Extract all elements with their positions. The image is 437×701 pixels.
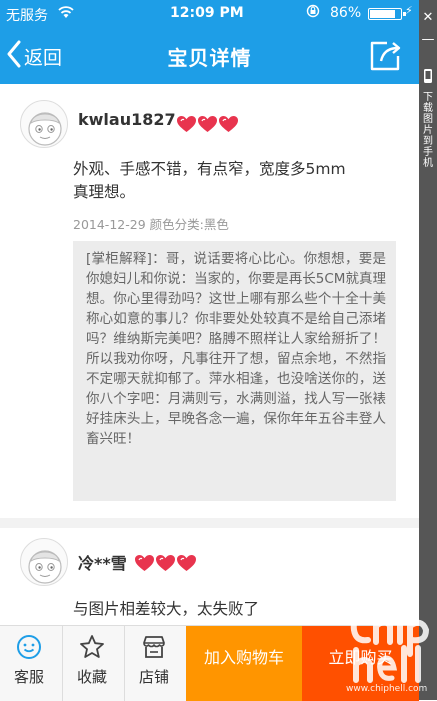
review-text: 外观、手感不错，有点窄，宽度多5mm 真理想。 bbox=[73, 158, 346, 204]
seller-reply: [掌柜解释]：哥，说话要将心比心。你想想，要是你媳妇儿和你说：当家的，你要是再长… bbox=[73, 241, 396, 501]
review-text: 与图片相差较大，太失败了 bbox=[73, 598, 259, 621]
wifi-icon bbox=[58, 5, 74, 23]
status-bar: 无服务 12:09 PM 86% ⚡ bbox=[0, 0, 419, 28]
battery-icon bbox=[368, 8, 406, 20]
carrier-label: 无服务 bbox=[6, 8, 48, 24]
chat-bubble-icon bbox=[17, 635, 41, 659]
add-to-cart-button[interactable]: 加入购物车 bbox=[186, 626, 302, 701]
favorite-button[interactable]: 收藏 bbox=[62, 626, 121, 701]
clock: 12:09 PM bbox=[170, 5, 244, 21]
heart-icon bbox=[135, 555, 154, 571]
heart-icon bbox=[156, 555, 175, 571]
review-line: 外观、手感不错，有点窄，宽度多5mm bbox=[73, 160, 346, 178]
heart-icon bbox=[198, 116, 217, 132]
download-label: 下载图片到手机 bbox=[423, 92, 433, 169]
phone-icon bbox=[421, 68, 435, 86]
share-button[interactable] bbox=[367, 40, 403, 72]
bottom-action-bar: 客服 收藏 店铺 加入购物车 立即购买 bbox=[0, 625, 419, 701]
customer-service-button[interactable]: 客服 bbox=[0, 626, 58, 701]
share-icon bbox=[370, 41, 401, 71]
review-meta: 2014-12-29 颜色分类:黑色 bbox=[73, 214, 229, 233]
buyer-rating bbox=[176, 115, 239, 133]
avatar bbox=[20, 538, 68, 586]
store-icon bbox=[143, 636, 165, 658]
shop-label: 店铺 bbox=[138, 668, 169, 686]
heart-icon bbox=[177, 555, 196, 571]
buyer-rating bbox=[134, 554, 197, 572]
service-label: 客服 bbox=[13, 668, 44, 686]
review-item: 冷**雪 与图片相差较大，太失败了 bbox=[0, 528, 419, 625]
username: 冷**雪 bbox=[78, 554, 127, 573]
minimize-icon[interactable]: — bbox=[421, 33, 435, 46]
header: 无服务 12:09 PM 86% ⚡ 返回 宝贝详情 bbox=[0, 0, 419, 84]
star-icon bbox=[80, 635, 104, 658]
avatar bbox=[20, 100, 68, 148]
review-date: 2014-12-29 bbox=[73, 217, 146, 232]
page-title: 宝贝详情 bbox=[167, 46, 252, 70]
heart-icon bbox=[219, 116, 238, 132]
review-line: 与图片相差较大，太失败了 bbox=[73, 600, 260, 618]
review-variant: 颜色分类:黑色 bbox=[149, 217, 229, 232]
review-list[interactable]: kwlau1827 外观、手感不错，有点窄，宽度多5mm 真理想。 2014-1… bbox=[0, 84, 419, 625]
battery-percent: 86% bbox=[330, 5, 362, 21]
charging-icon: ⚡ bbox=[405, 4, 413, 17]
buy-now-button[interactable]: 立即购买 bbox=[302, 626, 419, 701]
side-download-panel[interactable]: ✕ — 下载图片到手机 bbox=[419, 0, 437, 700]
favorite-label: 收藏 bbox=[76, 668, 107, 686]
shop-button[interactable]: 店铺 bbox=[124, 626, 183, 701]
review-line: 真理想。 bbox=[73, 183, 136, 201]
heart-icon bbox=[177, 116, 196, 132]
review-item: kwlau1827 外观、手感不错，有点窄，宽度多5mm 真理想。 2014-1… bbox=[0, 84, 419, 518]
close-icon[interactable]: ✕ bbox=[421, 11, 435, 24]
username: kwlau1827 bbox=[78, 110, 176, 129]
nav-bar: 返回 宝贝详情 bbox=[0, 28, 419, 84]
rotation-lock-icon bbox=[306, 4, 320, 22]
